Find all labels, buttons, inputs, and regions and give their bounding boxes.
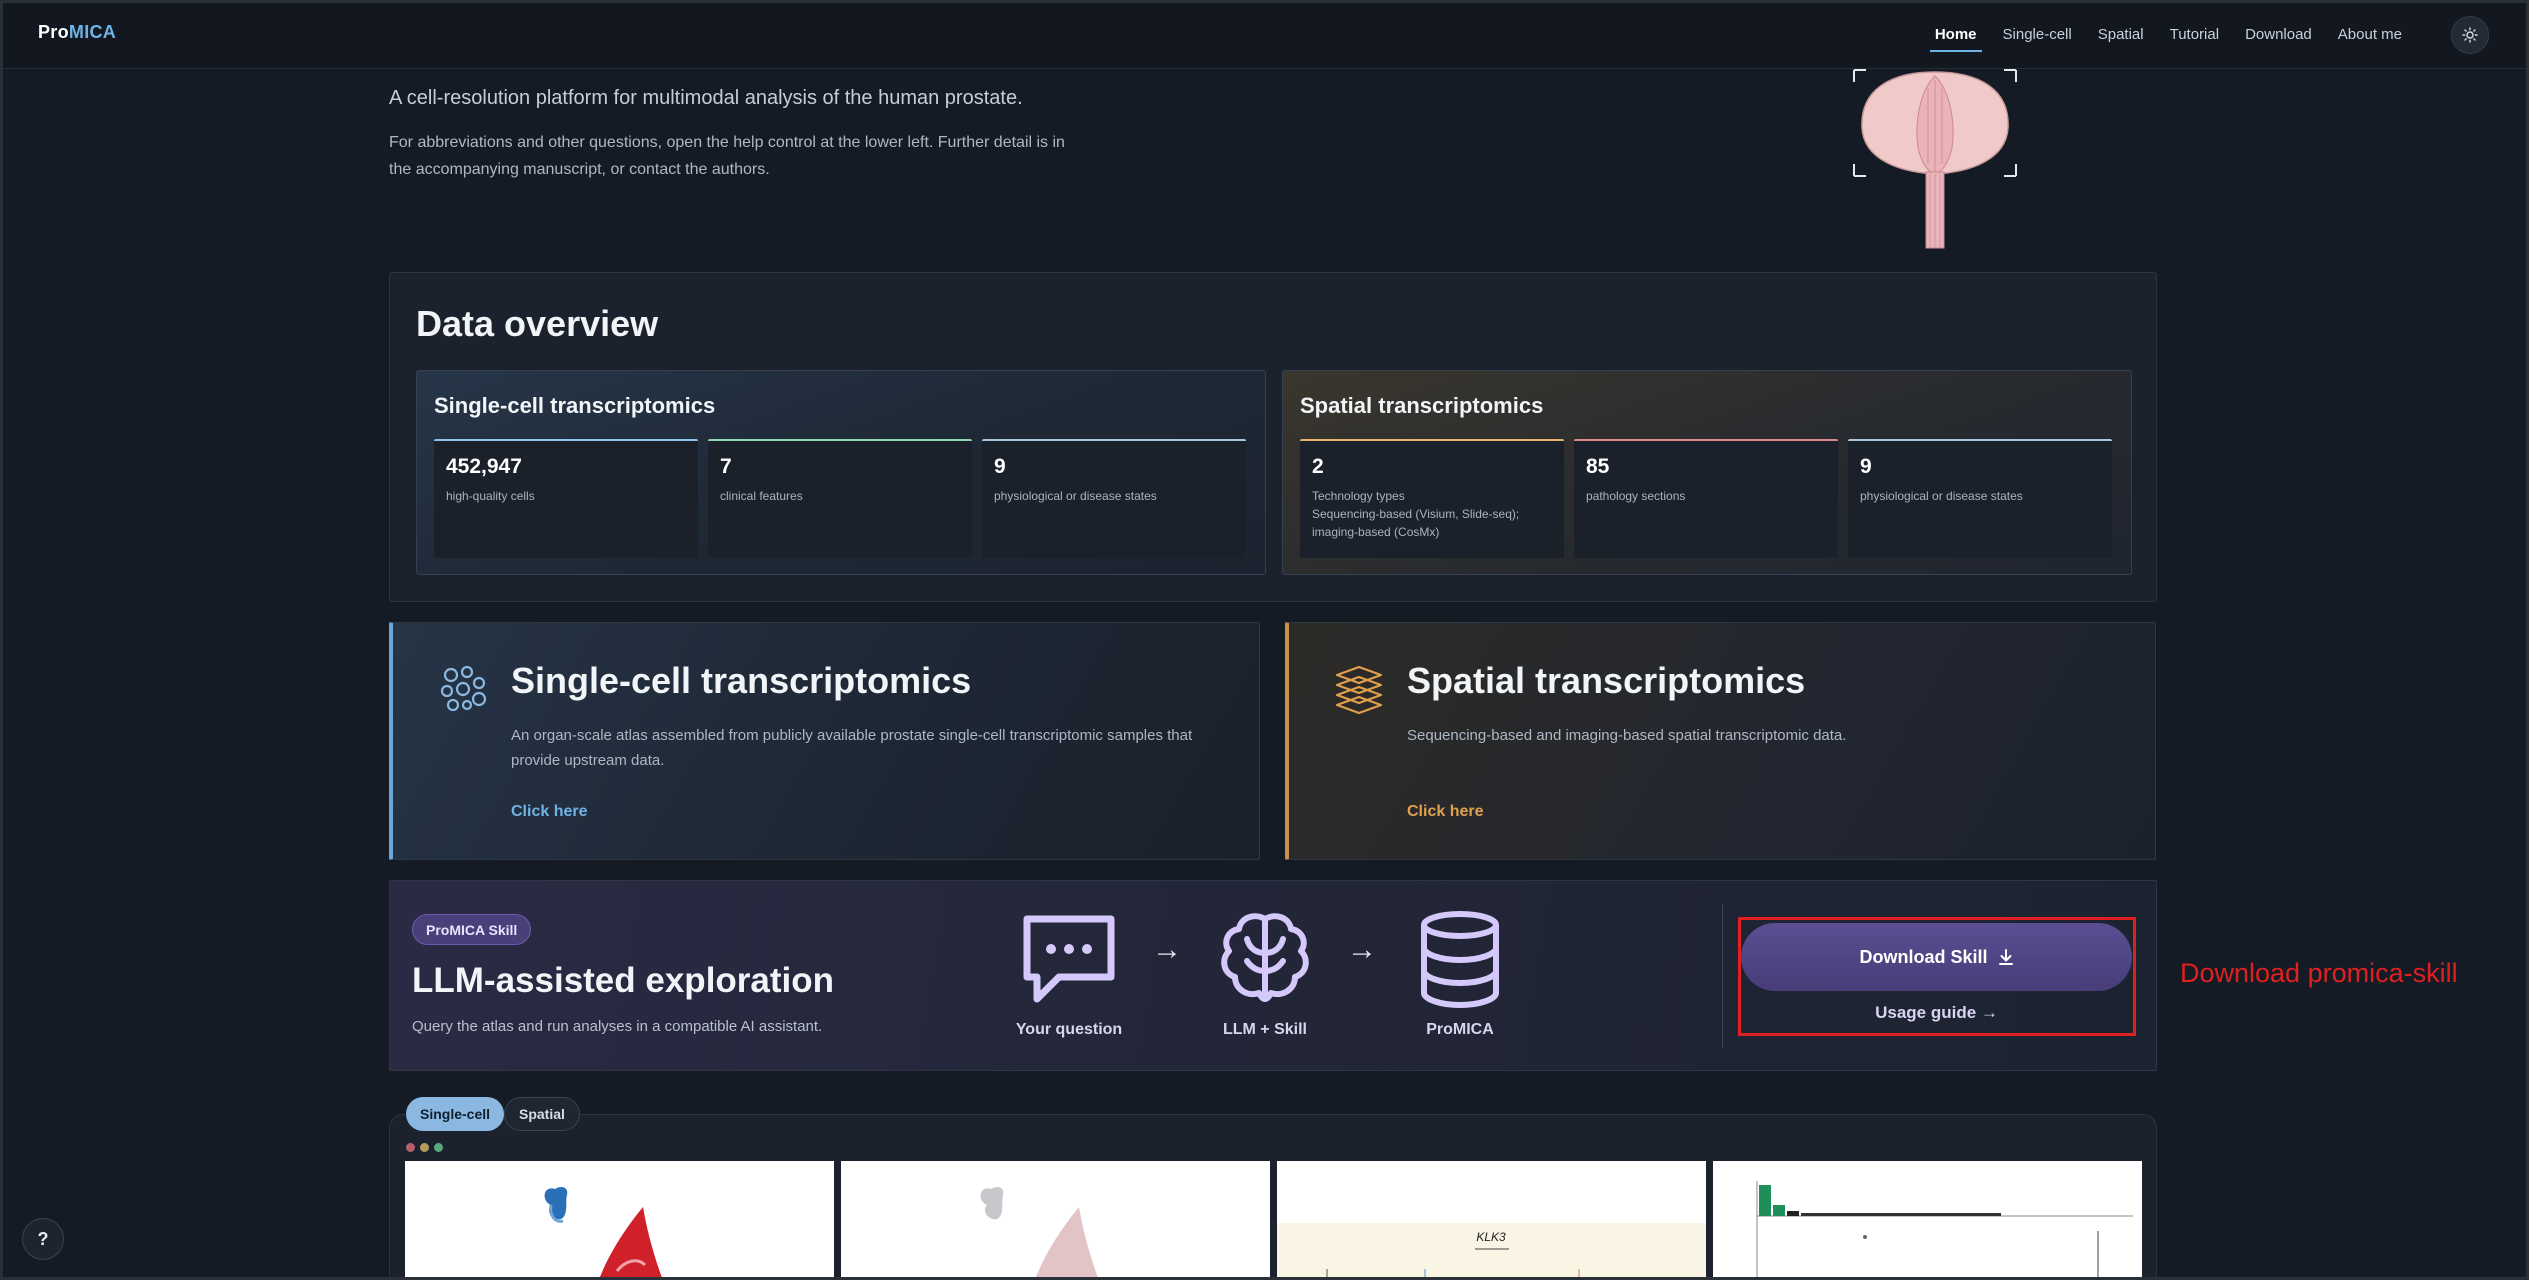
hero-description: For abbreviations and other questions, o… bbox=[389, 134, 1065, 178]
skill-divider bbox=[1722, 903, 1723, 1048]
stat-value: 9 bbox=[994, 455, 1006, 478]
stat-label: high-quality cells bbox=[446, 489, 535, 503]
klk3-plot-image: KLK3 bbox=[1277, 1223, 1706, 1280]
spatial-feature-description: Sequencing-based and imaging-based spati… bbox=[1407, 727, 1847, 744]
stat-value: 7 bbox=[720, 455, 732, 478]
data-overview-title: Data overview bbox=[416, 303, 659, 344]
brand-pro: Pro bbox=[38, 22, 69, 42]
flow-label: ProMICA bbox=[1426, 1021, 1494, 1038]
stat-disease-states: 9 physiological or disease states bbox=[1848, 439, 2112, 558]
tab-spatial[interactable]: Spatial bbox=[504, 1097, 580, 1131]
single-cell-click-here-link[interactable]: Click here bbox=[511, 803, 587, 821]
stat-label: pathology sections bbox=[1586, 489, 1686, 503]
stat-label-main: Technology types bbox=[1312, 489, 1405, 503]
nav-home[interactable]: Home bbox=[1922, 0, 1990, 69]
stat-clinical-features: 7 clinical features bbox=[708, 439, 972, 558]
stat-technology-types: 2 Technology types Sequencing-based (Vis… bbox=[1300, 439, 1564, 558]
spatial-feature-title: Spatial transcriptomics bbox=[1407, 660, 1806, 701]
chat-bubble-icon bbox=[1023, 915, 1115, 1003]
download-icon bbox=[1998, 949, 2013, 965]
download-annotation: Download promica-skill bbox=[2180, 958, 2458, 988]
flow-promica: ProMICA bbox=[1380, 909, 1540, 1039]
data-overview-panel: Data overview Single-cell transcriptomic… bbox=[389, 272, 2157, 602]
flow-arrow-2: → bbox=[1347, 933, 1377, 966]
skill-badge: ProMICA Skill bbox=[412, 914, 532, 945]
stat-value: 2 bbox=[1312, 455, 1324, 478]
brain-icon bbox=[1221, 913, 1309, 1002]
nav-spatial[interactable]: Spatial bbox=[2085, 0, 2157, 69]
download-skill-label: Download Skill bbox=[1859, 946, 1988, 967]
thumb-gene-label: KLK3 bbox=[1476, 1230, 1506, 1244]
sun-icon bbox=[2462, 27, 2478, 43]
window-dot-green bbox=[434, 1143, 443, 1152]
preview-thumbnail-klk3[interactable]: KLK3 bbox=[1277, 1161, 1706, 1280]
nav-links: Home Single-cell Spatial Tutorial Downlo… bbox=[1922, 0, 2415, 69]
stat-pathology-sections: 85 pathology sections bbox=[1574, 439, 1838, 558]
stat-label: physiological or disease states bbox=[994, 489, 1157, 503]
nav-single-cell[interactable]: Single-cell bbox=[1990, 0, 2085, 69]
skill-description: Query the atlas and run analyses in a co… bbox=[412, 1018, 823, 1035]
help-button[interactable]: ? bbox=[22, 1218, 64, 1260]
stat-disease-states: 9 physiological or disease states bbox=[982, 439, 1246, 558]
nav-tutorial[interactable]: Tutorial bbox=[2157, 0, 2232, 69]
usage-guide-link[interactable]: Usage guide → bbox=[1741, 1003, 2132, 1023]
brand-logo[interactable]: ProMICA bbox=[38, 22, 116, 43]
preview-thumbnail-umap-2[interactable] bbox=[841, 1161, 1270, 1280]
stat-value: 452,947 bbox=[446, 455, 522, 478]
flow-label: Your question bbox=[1015, 1021, 1123, 1038]
prostate-illustration bbox=[1853, 69, 2017, 249]
umap-plot-image bbox=[980, 1187, 1099, 1280]
stat-label: clinical features bbox=[720, 489, 803, 503]
single-cell-feature-description: An organ-scale atlas assembled from publ… bbox=[511, 727, 1193, 769]
histogram-plot-image bbox=[1756, 1181, 2133, 1280]
spatial-feature-card[interactable]: Spatial transcriptomics Sequencing-based… bbox=[1285, 622, 2156, 860]
nav-about-me[interactable]: About me bbox=[2325, 0, 2415, 69]
single-cell-overview-card: Single-cell transcriptomics 452,947 high… bbox=[416, 370, 1266, 575]
flow-your-question: Your question bbox=[989, 909, 1149, 1039]
window-dot-red bbox=[406, 1143, 415, 1152]
hero-subtitle: A cell-resolution platform for multimoda… bbox=[389, 87, 1023, 109]
nav-download[interactable]: Download bbox=[2232, 0, 2325, 69]
theme-toggle-button[interactable] bbox=[2451, 16, 2489, 54]
llm-skill-panel: ProMICA Skill LLM-assisted exploration Q… bbox=[389, 880, 2157, 1071]
cells-icon bbox=[440, 665, 487, 712]
preview-thumbnail-histogram[interactable] bbox=[1713, 1161, 2142, 1280]
download-skill-button[interactable]: Download Skill bbox=[1741, 923, 2132, 991]
stat-value: 9 bbox=[1860, 455, 1872, 478]
window-dot-yellow bbox=[420, 1143, 429, 1152]
navbar: ProMICA Home Single-cell Spatial Tutoria… bbox=[0, 0, 2529, 69]
flow-llm-skill: LLM + Skill bbox=[1185, 909, 1345, 1039]
single-cell-feature-card[interactable]: Single-cell transcriptomics An organ-sca… bbox=[389, 622, 1260, 860]
umap-plot-image bbox=[544, 1187, 663, 1280]
spatial-overview-card: Spatial transcriptomics 2 Technology typ… bbox=[1282, 370, 2132, 575]
stat-label-detail: Sequencing-based (Visium, Slide-seq); im… bbox=[1312, 507, 1520, 539]
stat-label: physiological or disease states bbox=[1860, 489, 2023, 503]
stat-cells: 452,947 high-quality cells bbox=[434, 439, 698, 558]
stat-value: 85 bbox=[1586, 455, 1610, 478]
database-icon bbox=[1421, 911, 1499, 1009]
tab-single-cell[interactable]: Single-cell bbox=[406, 1097, 505, 1131]
flow-arrow-1: → bbox=[1152, 933, 1182, 966]
layers-icon bbox=[1335, 665, 1383, 715]
spatial-click-here-link[interactable]: Click here bbox=[1407, 803, 1483, 821]
skill-title: LLM-assisted exploration bbox=[412, 961, 835, 1000]
brand-mica: MICA bbox=[68, 22, 117, 42]
stat-label: Technology types Sequencing-based (Visiu… bbox=[1312, 487, 1554, 541]
preview-thumbnail-umap-1[interactable] bbox=[405, 1161, 834, 1280]
single-cell-overview-title: Single-cell transcriptomics bbox=[434, 393, 716, 418]
single-cell-feature-title: Single-cell transcriptomics bbox=[511, 660, 972, 701]
flow-label: LLM + Skill bbox=[1222, 1021, 1307, 1038]
spatial-overview-title: Spatial transcriptomics bbox=[1300, 393, 1544, 418]
